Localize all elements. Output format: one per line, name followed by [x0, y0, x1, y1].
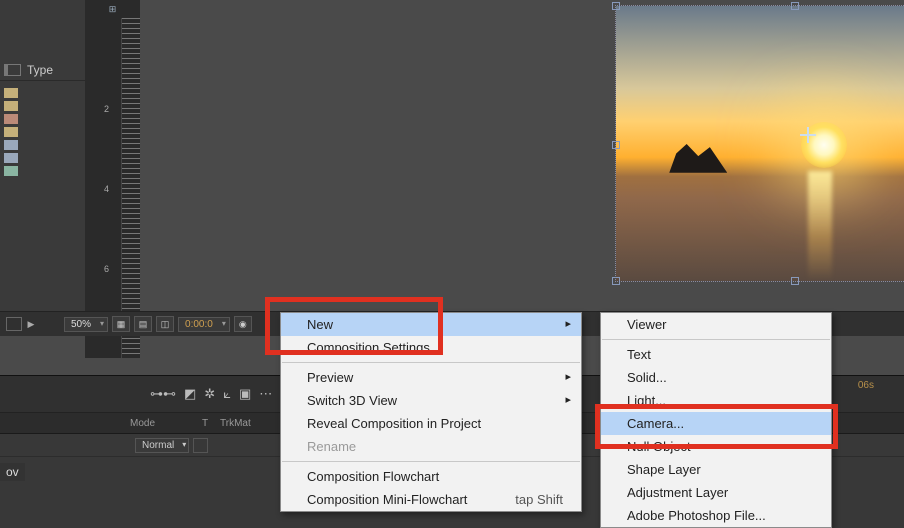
timeline-switches: ⊶⊷ ◩ ✲ ⟀ ▣ ⋯	[150, 386, 272, 402]
menu-rename: Rename	[281, 435, 581, 458]
layer-label-swatch[interactable]	[4, 114, 18, 124]
menu-reveal-in-project[interactable]: Reveal Composition in Project	[281, 412, 581, 435]
resolution-icon[interactable]: ▦	[112, 316, 130, 332]
ruler-mark: 4	[104, 184, 109, 194]
region-toggle-icon[interactable]	[6, 317, 22, 331]
label-swatches	[0, 81, 85, 183]
submenu-shape-layer[interactable]: Shape Layer	[601, 458, 831, 481]
menu-separator	[282, 362, 580, 363]
layer-label-swatch[interactable]	[4, 127, 18, 137]
layer-label-swatch[interactable]	[4, 88, 18, 98]
submenu-text[interactable]: Text	[601, 343, 831, 366]
transform-handle[interactable]	[612, 141, 620, 149]
frame-blend-icon[interactable]: ◩	[184, 386, 196, 402]
layer-label-swatch[interactable]	[4, 166, 18, 176]
shy-icon[interactable]: ⊶⊷	[150, 386, 176, 402]
draft-3d-icon[interactable]: ▣	[239, 386, 251, 402]
menu-separator	[282, 461, 580, 462]
transform-handle[interactable]	[791, 2, 799, 10]
footage-preview-sunset	[616, 6, 904, 281]
graph-editor-icon[interactable]: ⟀	[223, 386, 231, 402]
submenu-solid[interactable]: Solid...	[601, 366, 831, 389]
type-column-header: Type	[27, 63, 53, 77]
rock-silhouette	[669, 141, 727, 173]
submenu-photoshop-file[interactable]: Adobe Photoshop File...	[601, 504, 831, 527]
menu-composition-flowchart[interactable]: Composition Flowchart	[281, 465, 581, 488]
menu-separator	[602, 339, 830, 340]
viewer-context-menu: New Composition Settings... Preview Swit…	[280, 312, 582, 512]
label-icon	[4, 64, 21, 76]
submenu-adjustment-layer[interactable]: Adjustment Layer	[601, 481, 831, 504]
trkmat-column: TrkMat	[220, 418, 251, 429]
menu-switch-3d-view[interactable]: Switch 3D View	[281, 389, 581, 412]
layer-label-swatch[interactable]	[4, 101, 18, 111]
ruler-mark: 6	[104, 264, 109, 274]
sun-reflection	[808, 171, 832, 281]
label-column-header: Type	[0, 60, 85, 81]
submenu-camera[interactable]: Camera...	[601, 412, 831, 435]
anchor-point-icon[interactable]	[800, 127, 816, 143]
layer-label-swatch[interactable]	[4, 140, 18, 150]
time-label: 06s	[858, 380, 874, 391]
new-submenu: Viewer Text Solid... Light... Camera... …	[600, 312, 832, 528]
vertical-ruler: 2 4 6	[121, 18, 140, 358]
layer-bounding-box[interactable]	[615, 5, 904, 282]
snapshot-icon[interactable]: ◉	[234, 316, 252, 332]
layer-label-swatch[interactable]	[4, 153, 18, 163]
current-time-display[interactable]: 0:00:0	[178, 317, 230, 332]
zoom-dropdown[interactable]: 50%	[64, 317, 108, 332]
composition-viewer[interactable]	[140, 0, 904, 360]
submenu-light[interactable]: Light...	[601, 389, 831, 412]
snap-icon[interactable]: ⊞	[85, 0, 140, 18]
menu-preview[interactable]: Preview	[281, 366, 581, 389]
mask-icon[interactable]: ◫	[156, 316, 174, 332]
menu-mini-flowchart[interactable]: Composition Mini-Flowchart tap Shift	[281, 488, 581, 511]
transform-handle[interactable]	[791, 277, 799, 285]
blend-mode-dropdown[interactable]: Normal	[135, 438, 189, 453]
motion-blur-icon[interactable]: ✲	[204, 386, 215, 402]
transform-handle[interactable]	[612, 2, 620, 10]
t-column: T	[190, 418, 220, 429]
ruler-column: ⊞ 2 4 6	[85, 0, 141, 358]
menu-new[interactable]: New	[281, 313, 581, 336]
submenu-viewer[interactable]: Viewer	[601, 313, 831, 336]
more-switches-icon[interactable]: ⋯	[259, 386, 272, 402]
grid-icon[interactable]: ▤	[134, 316, 152, 332]
transform-handle[interactable]	[612, 277, 620, 285]
menu-composition-settings[interactable]: Composition Settings...	[281, 336, 581, 359]
layer-name-fragment: ov	[0, 463, 25, 481]
project-side-panel: Type	[0, 0, 86, 330]
mode-column: Mode	[130, 418, 190, 429]
shortcut-hint: tap Shift	[515, 492, 563, 507]
expand-icon[interactable]: ▶	[26, 319, 36, 329]
preserve-transparency-toggle[interactable]	[193, 438, 208, 453]
ruler-mark: 2	[104, 104, 109, 114]
submenu-null-object[interactable]: Null Object	[601, 435, 831, 458]
